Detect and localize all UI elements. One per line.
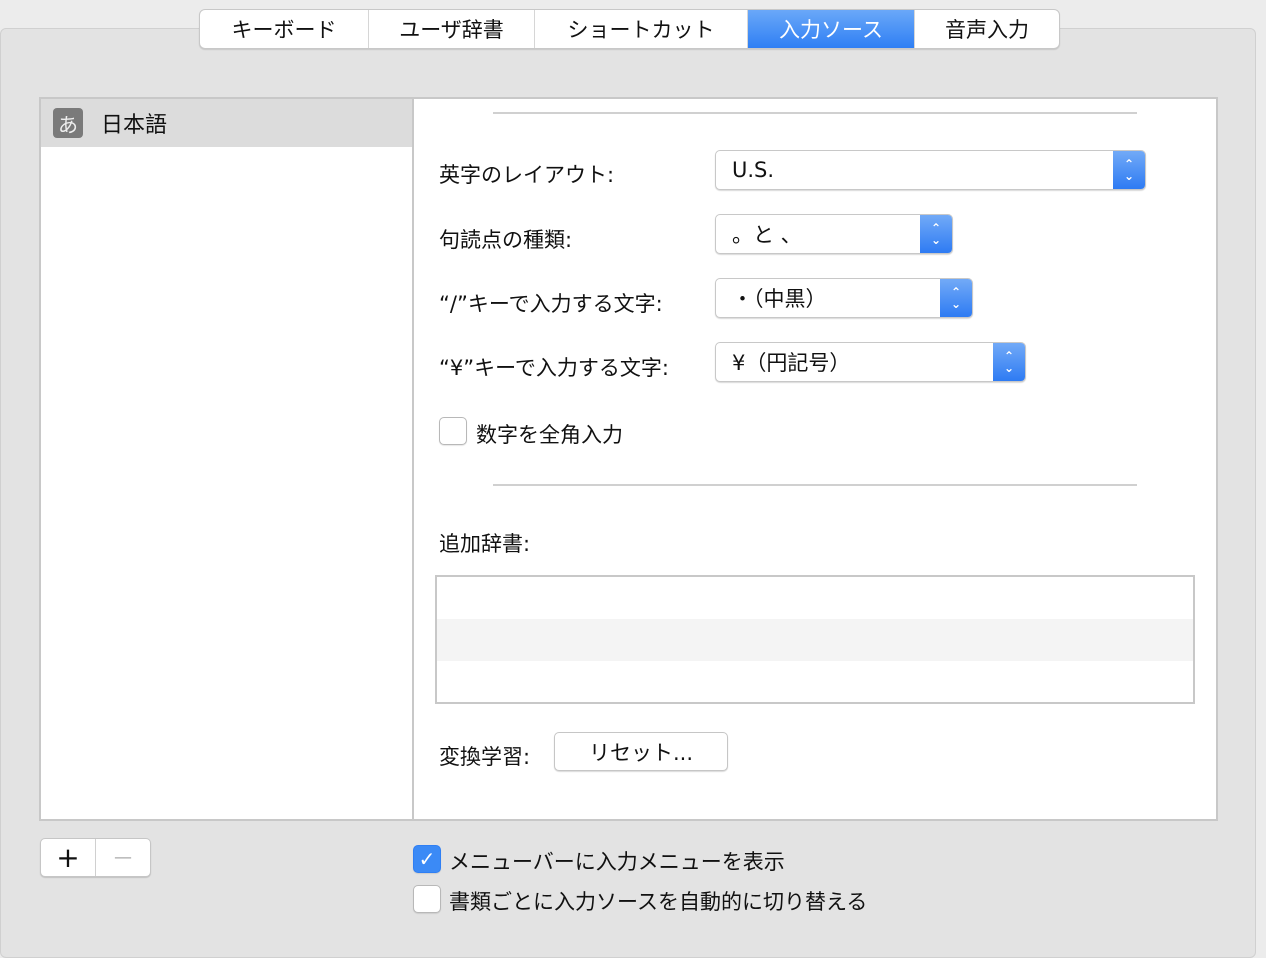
layout-popup[interactable]: U.S. ⌃ ⌄ bbox=[715, 150, 1146, 190]
divider bbox=[493, 484, 1137, 486]
additional-dictionaries-list[interactable] bbox=[435, 575, 1195, 704]
punctuation-popup[interactable]: 。と 、 ⌃ ⌄ bbox=[715, 214, 953, 254]
conversion-learning-label: 変換学習: bbox=[439, 745, 531, 769]
layout-label: 英字のレイアウト: bbox=[439, 163, 615, 187]
slash-key-popup[interactable]: ・（中黒） ⌃ ⌄ bbox=[715, 278, 973, 318]
divider bbox=[493, 112, 1137, 114]
add-remove-buttons: + — bbox=[40, 838, 151, 877]
chevron-updown-icon: ⌃ ⌄ bbox=[993, 343, 1025, 381]
yen-key-label: “¥”キーで入力する文字: bbox=[439, 356, 669, 380]
slash-key-value: ・（中黒） bbox=[732, 287, 827, 311]
input-source-list[interactable]: あ 日本語 bbox=[39, 97, 414, 821]
yen-key-value: ¥（円記号） bbox=[732, 351, 851, 375]
layout-value: U.S. bbox=[732, 158, 775, 182]
chevron-updown-icon: ⌃ ⌄ bbox=[1113, 151, 1145, 189]
tab-shortcuts[interactable]: ショートカット bbox=[535, 10, 748, 48]
show-input-menu-checkbox[interactable]: ✓ bbox=[413, 845, 441, 873]
checkmark-icon: ✓ bbox=[418, 847, 436, 871]
show-input-menu-label: メニューバーに入力メニューを表示 bbox=[449, 850, 785, 874]
list-item-label: 日本語 bbox=[101, 113, 168, 138]
yen-key-popup[interactable]: ¥（円記号） ⌃ ⌄ bbox=[715, 342, 1026, 382]
remove-source-button[interactable]: — bbox=[96, 839, 150, 876]
slash-key-label: “/”キーで入力する文字: bbox=[439, 292, 663, 316]
settings-pane bbox=[412, 97, 1218, 821]
chevron-updown-icon: ⌃ ⌄ bbox=[940, 279, 972, 317]
reset-button[interactable]: リセット... bbox=[554, 732, 728, 771]
additional-dictionaries-label: 追加辞書: bbox=[439, 532, 531, 556]
chevron-updown-icon: ⌃ ⌄ bbox=[920, 215, 952, 253]
hiragana-a-icon: あ bbox=[53, 108, 83, 138]
punctuation-value: 。と 、 bbox=[732, 223, 802, 247]
tab-input-sources[interactable]: 入力ソース bbox=[748, 10, 915, 48]
auto-switch-checkbox[interactable] bbox=[413, 885, 441, 913]
auto-switch-label: 書類ごとに入力ソースを自動的に切り替える bbox=[449, 890, 868, 914]
tab-dictation[interactable]: 音声入力 bbox=[915, 10, 1059, 48]
list-row-stripe bbox=[437, 619, 1193, 661]
tab-bar: キーボード ユーザ辞書 ショートカット 入力ソース 音声入力 bbox=[199, 9, 1060, 49]
tab-keyboard[interactable]: キーボード bbox=[200, 10, 369, 48]
fullwidth-numbers-checkbox[interactable] bbox=[439, 417, 467, 445]
add-source-button[interactable]: + bbox=[41, 839, 96, 876]
tab-user-dictionary[interactable]: ユーザ辞書 bbox=[369, 10, 535, 48]
list-item-japanese[interactable]: あ 日本語 bbox=[41, 99, 412, 147]
punctuation-label: 句読点の種類: bbox=[439, 228, 573, 252]
fullwidth-numbers-label: 数字を全角入力 bbox=[476, 423, 623, 447]
